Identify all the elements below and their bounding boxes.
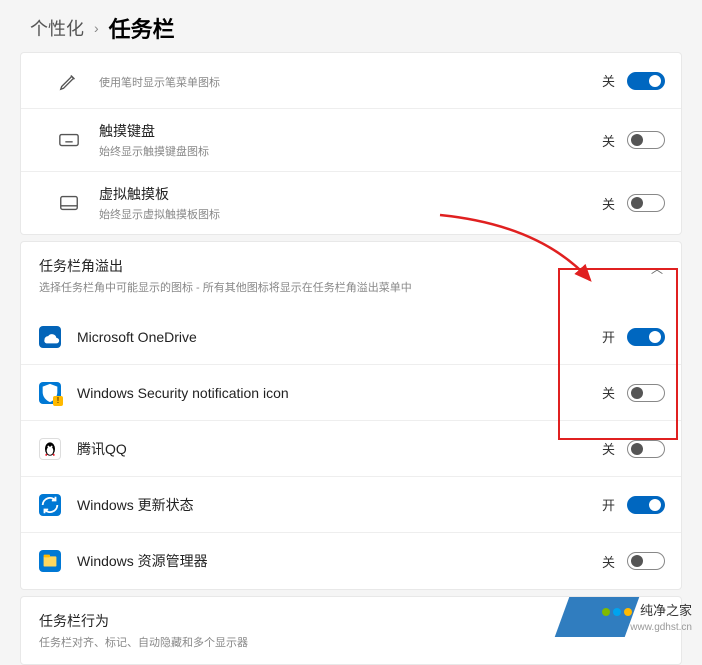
update-row[interactable]: Windows 更新状态 开 [21,477,681,533]
virtual-touchpad-sub: 始终显示虚拟触摸板图标 [99,206,597,222]
virtual-touchpad-toggle[interactable] [627,194,665,212]
security-label: Windows Security notification icon [77,385,597,401]
pen-icon [57,69,81,93]
watermark-logo-icon [602,608,632,616]
chevron-right-icon: › [94,20,99,36]
onedrive-row[interactable]: Microsoft OneDrive 开 [21,309,681,365]
update-toggle[interactable] [627,496,665,514]
virtual-touchpad-row[interactable]: 虚拟触摸板 始终显示虚拟触摸板图标 关 [21,172,681,234]
pen-menu-toggle[interactable] [627,72,665,90]
breadcrumb-parent[interactable]: 个性化 [30,15,84,41]
explorer-toggle[interactable] [627,552,665,570]
explorer-icon [39,550,61,572]
touch-keyboard-title: 触摸键盘 [99,121,597,141]
qq-row[interactable]: 腾讯QQ 关 [21,421,681,477]
explorer-state: 关 [597,552,615,571]
onedrive-label: Microsoft OneDrive [77,329,597,345]
touchpad-icon [57,191,81,215]
taskbar-overflow-sub: 选择任务栏角中可能显示的图标 - 所有其他图标将显示在任务栏角溢出菜单中 [39,279,651,295]
watermark-domain: www.gdhst.cn [630,622,692,633]
qq-label: 腾讯QQ [77,439,597,459]
onedrive-toggle[interactable] [627,328,665,346]
keyboard-icon [57,128,81,152]
pen-menu-row[interactable]: 使用笔时显示笔菜单图标 关 [21,53,681,109]
update-state: 开 [597,495,615,514]
virtual-touchpad-title: 虚拟触摸板 [99,184,597,204]
touch-keyboard-row[interactable]: 触摸键盘 始终显示触摸键盘图标 关 [21,109,681,172]
security-toggle[interactable] [627,384,665,402]
onedrive-icon [39,326,61,348]
breadcrumb-current: 任务栏 [109,12,175,44]
watermark: 纯净之家 [602,600,692,619]
update-icon [39,494,61,516]
taskbar-overflow-title: 任务栏角溢出 [39,256,651,276]
watermark-text: 纯净之家 [640,603,692,618]
touch-keyboard-sub: 始终显示触摸键盘图标 [99,143,597,159]
explorer-label: Windows 资源管理器 [77,551,597,571]
onedrive-state: 开 [597,327,615,346]
qq-toggle[interactable] [627,440,665,458]
shield-icon: ! [39,382,61,404]
virtual-touchpad-state: 关 [597,194,615,213]
chevron-up-icon: ︿ [651,260,663,277]
touch-keyboard-state: 关 [597,131,615,150]
pen-menu-sub: 使用笔时显示笔菜单图标 [99,74,597,90]
explorer-row[interactable]: Windows 资源管理器 关 [21,533,681,589]
taskbar-overflow-card: 任务栏角溢出 选择任务栏角中可能显示的图标 - 所有其他图标将显示在任务栏角溢出… [20,241,682,590]
update-label: Windows 更新状态 [77,495,597,515]
taskbar-corner-icons-card: 使用笔时显示笔菜单图标 关 触摸键盘 始终显示触摸键盘图标 关 虚拟触摸板 始终… [20,52,682,235]
touch-keyboard-toggle[interactable] [627,131,665,149]
security-state: 关 [597,383,615,402]
security-row[interactable]: ! Windows Security notification icon 关 [21,365,681,421]
pen-menu-state: 关 [597,71,615,90]
qq-icon [39,438,61,460]
qq-state: 关 [597,439,615,458]
breadcrumb: 个性化 › 任务栏 [0,0,702,52]
taskbar-overflow-header[interactable]: 任务栏角溢出 选择任务栏角中可能显示的图标 - 所有其他图标将显示在任务栏角溢出… [21,242,681,309]
